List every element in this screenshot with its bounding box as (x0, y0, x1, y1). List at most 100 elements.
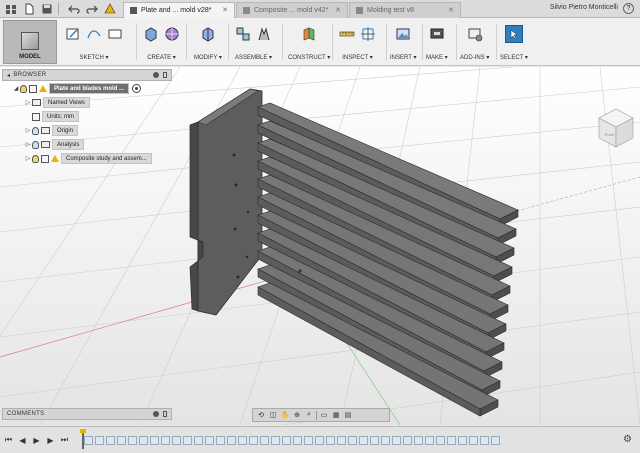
form-icon[interactable] (163, 25, 181, 43)
rectangle-icon[interactable] (106, 25, 124, 43)
timeline-feature[interactable] (271, 435, 280, 445)
timeline-feature[interactable] (205, 435, 214, 445)
browser-item-named-views[interactable]: ▷ Named Views (2, 96, 172, 109)
options-icon[interactable] (153, 72, 159, 78)
press-pull-icon[interactable] (199, 25, 217, 43)
timeline-feature[interactable] (359, 435, 368, 445)
timeline-feature[interactable] (238, 435, 247, 445)
timeline-track[interactable] (84, 433, 524, 447)
select-icon[interactable] (504, 25, 523, 43)
timeline-feature[interactable] (447, 435, 456, 445)
look-at-icon[interactable]: ◫ (268, 410, 278, 420)
line-icon[interactable] (85, 25, 103, 43)
close-icon[interactable]: ✕ (335, 6, 341, 14)
timeline-feature[interactable] (304, 435, 313, 445)
extrude-icon[interactable] (142, 25, 160, 43)
timeline-feature[interactable] (458, 435, 467, 445)
close-icon[interactable]: ✕ (448, 6, 454, 14)
workspace-switcher[interactable]: MODEL (3, 20, 57, 64)
timeline-feature[interactable] (403, 435, 412, 445)
pin-panel-icon[interactable] (163, 411, 167, 417)
timeline-feature[interactable] (425, 435, 434, 445)
viewports-icon[interactable]: ▤ (343, 410, 353, 420)
timeline-feature[interactable] (260, 435, 269, 445)
play-icon[interactable]: ▶ (31, 435, 42, 446)
step-forward-icon[interactable]: ▶ (45, 435, 56, 446)
chevron-down-icon[interactable]: ◂ (7, 72, 10, 79)
expand-icon[interactable]: ▷ (24, 127, 32, 134)
job-status-warning-icon[interactable] (103, 2, 117, 16)
activate-component-icon[interactable] (132, 84, 142, 93)
section-analysis-icon[interactable] (359, 25, 377, 43)
redo-icon[interactable] (85, 2, 99, 16)
step-back-icon[interactable]: ◀ (17, 435, 28, 446)
timeline-feature[interactable] (293, 435, 302, 445)
browser-item-units[interactable]: Units: mm (2, 110, 172, 123)
timeline-marker[interactable] (80, 429, 86, 449)
expand-icon[interactable]: ▷ (24, 141, 32, 148)
save-icon[interactable] (40, 2, 54, 16)
grid-settings-icon[interactable]: ▦ (331, 410, 341, 420)
scripts-icon[interactable] (466, 25, 484, 43)
mold-plate[interactable] (189, 88, 263, 316)
create-menu[interactable]: CREATE ▾ (147, 54, 176, 61)
assemble-menu[interactable]: ASSEMBLE ▾ (235, 54, 272, 61)
view-cube[interactable]: Front (596, 107, 636, 151)
pin-panel-icon[interactable] (163, 72, 167, 78)
visibility-bulb-icon[interactable] (32, 126, 39, 135)
browser-root-row[interactable]: ◢ Plate and blades mold ... (2, 82, 172, 95)
origin-point[interactable] (298, 269, 302, 273)
timeline-feature[interactable] (326, 435, 335, 445)
timeline-feature[interactable] (183, 435, 192, 445)
help-icon[interactable]: ? (623, 3, 634, 14)
timeline-feature[interactable] (150, 435, 159, 445)
data-panel-icon[interactable] (4, 2, 18, 16)
offset-plane-icon[interactable] (300, 25, 318, 43)
fit-icon[interactable]: ⌕ (304, 410, 314, 420)
browser-item-analysis[interactable]: ▷ Analysis (2, 138, 172, 151)
tab-document-2[interactable]: Composite ... mold v42* ✕ (236, 1, 348, 18)
add-ins-menu[interactable]: ADD-INS ▾ (460, 54, 489, 61)
select-menu[interactable]: SELECT ▾ (500, 54, 528, 61)
add-comment-icon[interactable] (153, 411, 159, 417)
mold-blades[interactable] (257, 102, 519, 417)
timeline-feature[interactable] (117, 435, 126, 445)
display-settings-icon[interactable]: ▭ (319, 410, 329, 420)
visibility-bulb-icon[interactable] (32, 154, 39, 163)
timeline-feature[interactable] (172, 435, 181, 445)
timeline-feature[interactable] (161, 435, 170, 445)
timeline-feature[interactable] (227, 435, 236, 445)
timeline-feature[interactable] (249, 435, 258, 445)
timeline-feature[interactable] (128, 435, 137, 445)
pan-icon[interactable]: ✋ (280, 410, 290, 420)
construct-menu[interactable]: CONSTRUCT ▾ (288, 54, 330, 61)
expand-icon[interactable]: ▷ (24, 155, 32, 162)
timeline-feature[interactable] (370, 435, 379, 445)
sketch-menu[interactable]: SKETCH ▾ (79, 54, 108, 61)
orbit-icon[interactable]: ⟲ (256, 410, 266, 420)
visibility-bulb-icon[interactable] (32, 140, 39, 149)
timeline-feature[interactable] (381, 435, 390, 445)
undo-icon[interactable] (67, 2, 81, 16)
measure-icon[interactable] (338, 25, 356, 43)
inspect-menu[interactable]: INSPECT ▾ (342, 54, 373, 61)
user-account-menu[interactable]: Silvio Pietro Monticelli (550, 4, 618, 11)
timeline-feature[interactable] (469, 435, 478, 445)
timeline-feature[interactable] (95, 435, 104, 445)
joint-icon[interactable] (255, 25, 273, 43)
insert-menu[interactable]: INSERT ▾ (390, 54, 416, 61)
tab-document-3[interactable]: Molding test v8 ✕ (349, 1, 461, 18)
expand-icon[interactable]: ▷ (24, 99, 32, 106)
timeline-feature[interactable] (194, 435, 203, 445)
timeline-feature[interactable] (491, 435, 500, 445)
collapse-icon[interactable]: ◢ (12, 85, 20, 92)
timeline-feature[interactable] (436, 435, 445, 445)
timeline-settings-gear-icon[interactable]: ⚙ (623, 434, 632, 445)
make-menu[interactable]: MAKE ▾ (426, 54, 448, 61)
visibility-bulb-icon[interactable] (20, 84, 27, 93)
timeline-feature[interactable] (392, 435, 401, 445)
file-menu-icon[interactable] (22, 2, 36, 16)
modify-menu[interactable]: MODIFY ▾ (194, 54, 222, 61)
browser-header[interactable]: ◂ BROWSER (2, 69, 172, 81)
timeline-feature[interactable] (480, 435, 489, 445)
